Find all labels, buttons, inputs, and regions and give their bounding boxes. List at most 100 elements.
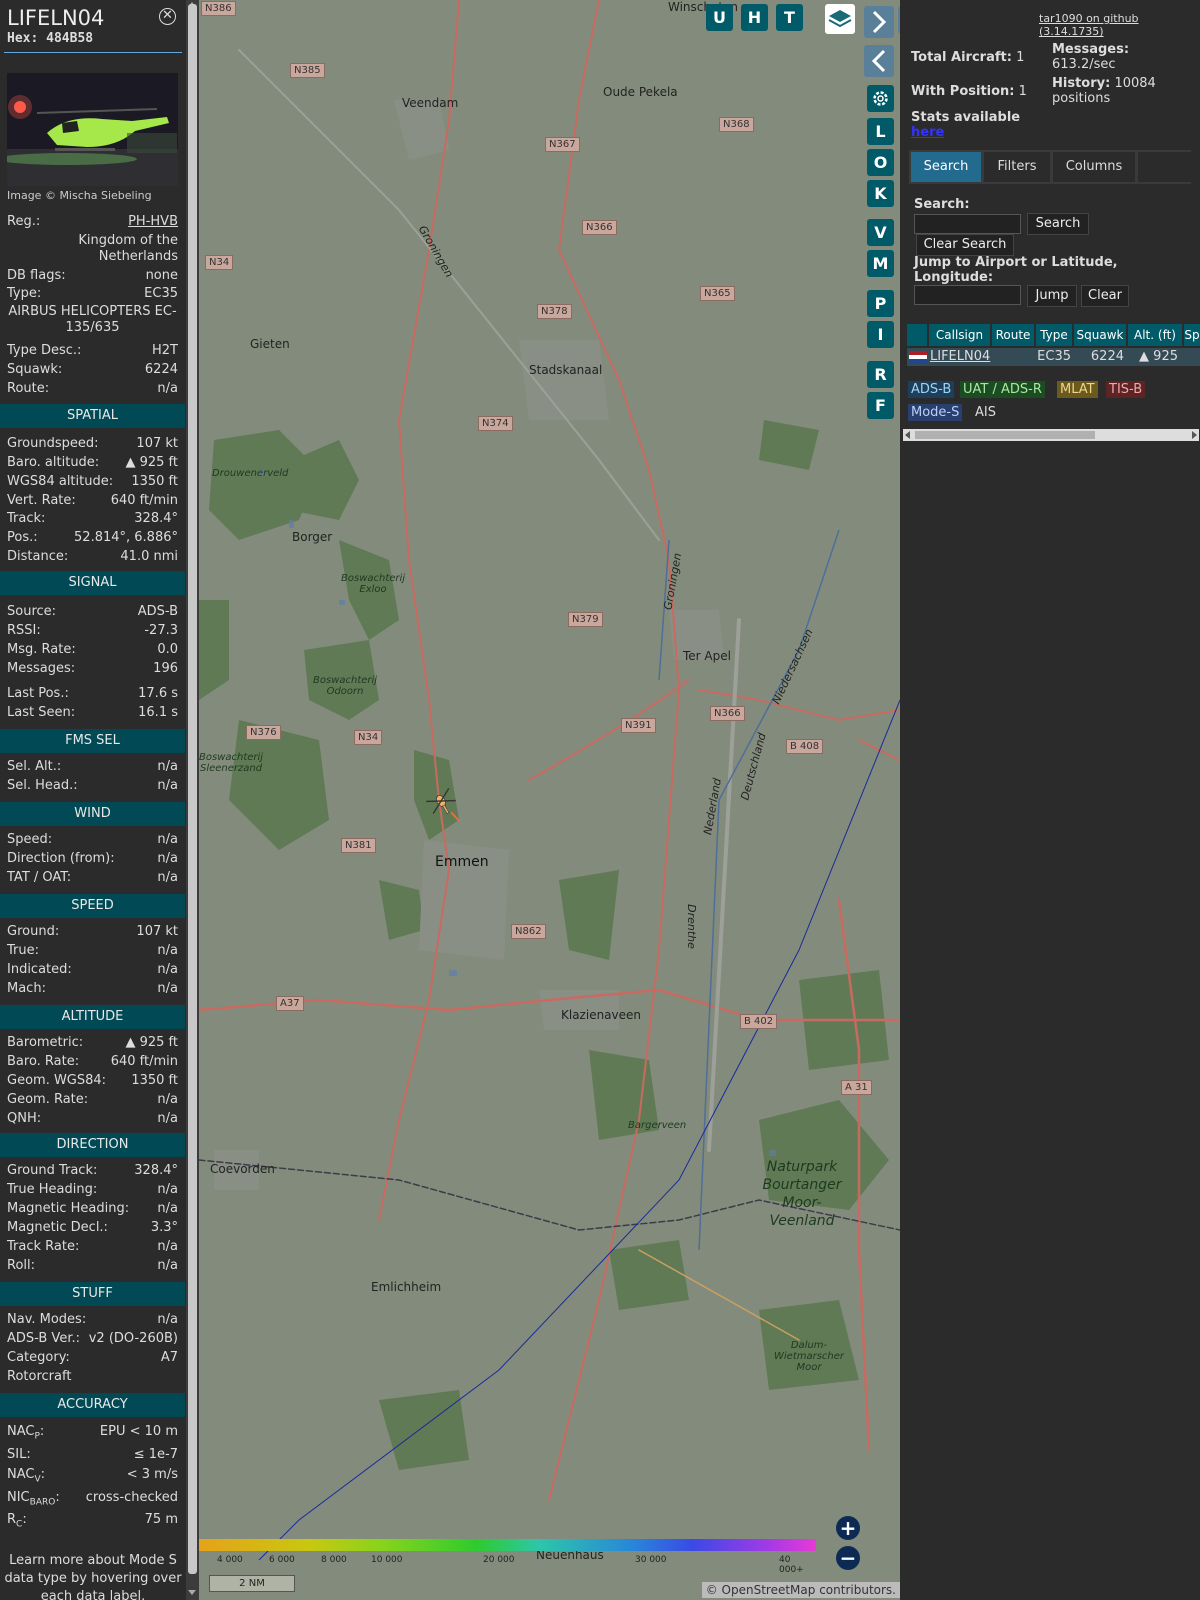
- messages-rate: Messages: 613.2/sec: [1052, 42, 1130, 72]
- speed-row: Mach: n/a: [7, 981, 178, 997]
- accuracy-value: < 3 m/s: [126, 1467, 178, 1482]
- toggle-f-button[interactable]: F: [867, 392, 894, 419]
- column-callsign[interactable]: Callsign: [929, 324, 990, 346]
- column-squawk[interactable]: Squawk: [1074, 324, 1126, 346]
- wind-row: Speed: n/a: [7, 832, 178, 848]
- toggle-k-button[interactable]: K: [867, 180, 894, 207]
- jump-button[interactable]: Jump: [1027, 285, 1077, 307]
- badge-ais[interactable]: AIS: [972, 404, 999, 421]
- table-scrollbar[interactable]: [903, 429, 1199, 441]
- direction-row: True Heading: n/a: [7, 1182, 178, 1198]
- row-callsign[interactable]: LIFELN04: [930, 348, 990, 366]
- toggle-i-button[interactable]: I: [867, 321, 894, 348]
- scroll-down-arrow-icon[interactable]: [188, 1590, 196, 1595]
- toggle-l-button[interactable]: L: [867, 118, 894, 145]
- signal-label: RSSI:: [7, 623, 41, 638]
- section-header-speed[interactable]: SPEED: [0, 894, 185, 918]
- park-bourtanger-moor: Naturpark Bourtanger Moor- Veenland: [762, 1159, 842, 1229]
- tab-blank[interactable]: [1138, 152, 1191, 182]
- altitude-color-legend: [199, 1539, 816, 1551]
- altitude-value: ▲ 925 ft: [125, 1035, 178, 1050]
- altitude-value: n/a: [157, 1092, 178, 1107]
- toggle-u-button[interactable]: U: [706, 4, 733, 31]
- section-header-signal[interactable]: SIGNAL: [0, 571, 185, 595]
- clear-search-button[interactable]: Clear Search: [916, 234, 1014, 256]
- toggle-p-button[interactable]: P: [867, 290, 894, 317]
- map-view[interactable]: Winschoten Veendam Oude Pekela Gieten St…: [199, 0, 900, 1600]
- aircraft-info-panel: LIFELN04 Hex: 484B58 ✕ Image © Mischa Si…: [0, 0, 185, 1600]
- toggle-h-button[interactable]: H: [741, 4, 768, 31]
- town-coevorden: Coevorden: [210, 1162, 275, 1176]
- expand-panel-button[interactable]: [864, 6, 894, 38]
- column-route[interactable]: Route: [992, 324, 1034, 346]
- spatial-label: WGS84 altitude:: [7, 474, 114, 489]
- badge-tisb[interactable]: TIS-B: [1106, 381, 1146, 398]
- tab-filters[interactable]: Filters: [984, 152, 1050, 182]
- layers-button[interactable]: [825, 4, 855, 34]
- tab-columns[interactable]: Columns: [1053, 152, 1135, 182]
- row-altitude: ▲ 925: [1139, 349, 1178, 364]
- section-header-stuff[interactable]: STUFF: [0, 1282, 185, 1306]
- section-header-altitude[interactable]: ALTITUDE: [0, 1005, 185, 1029]
- wind-value: n/a: [157, 870, 178, 885]
- wind-label: Direction (from):: [7, 851, 115, 866]
- road-badge: N365: [700, 286, 735, 301]
- osm-link[interactable]: OpenStreetMap: [722, 1583, 816, 1597]
- wind-label: TAT / OAT:: [7, 870, 72, 885]
- accuracy-label: NICBARO:: [7, 1490, 60, 1508]
- clear-button[interactable]: Clear: [1081, 285, 1129, 307]
- badge-uat[interactable]: UAT / ADS-R: [960, 381, 1045, 398]
- toggle-t-button[interactable]: T: [776, 4, 803, 31]
- wind-label: Speed:: [7, 832, 53, 847]
- accuracy-value: cross-checked: [85, 1490, 178, 1505]
- aircraft-photo[interactable]: [7, 73, 178, 186]
- toggle-m-button[interactable]: M: [867, 250, 894, 277]
- column-type[interactable]: Type: [1036, 324, 1072, 346]
- registration-link[interactable]: PH-HVB: [128, 214, 178, 230]
- toggle-o-button[interactable]: O: [867, 149, 894, 176]
- signal-value: 0.0: [157, 642, 178, 657]
- section-header-fms[interactable]: FMS SEL: [0, 729, 185, 753]
- settings-button[interactable]: [867, 85, 894, 112]
- section-header-direction[interactable]: DIRECTION: [0, 1133, 185, 1157]
- spatial-row: Groundspeed: 107 kt: [7, 436, 178, 452]
- table-scroll-thumb[interactable]: [915, 431, 1095, 439]
- stuff-value: n/a: [157, 1312, 178, 1327]
- jump-input[interactable]: [914, 285, 1021, 305]
- section-header-accuracy[interactable]: ACCURACY: [0, 1393, 185, 1417]
- close-icon[interactable]: ✕: [159, 8, 176, 25]
- fms-row: Sel. Head.: n/a: [7, 778, 178, 794]
- spatial-value: 107 kt: [136, 436, 178, 451]
- toggle-v-button[interactable]: V: [867, 219, 894, 246]
- zoom-out-button[interactable]: −: [836, 1546, 860, 1570]
- info-scrollbar[interactable]: [186, 0, 199, 1600]
- github-link[interactable]: tar1090 on github (3.14.1735): [1039, 12, 1200, 38]
- country: Kingdom of the Netherlands: [78, 233, 178, 264]
- stats-here-link[interactable]: here: [911, 125, 944, 140]
- toggle-r-button[interactable]: R: [867, 361, 894, 388]
- badge-adsb[interactable]: ADS-B: [908, 381, 955, 398]
- stuff-row: Rotorcraft: [7, 1369, 178, 1385]
- badge-modes[interactable]: Mode-S: [908, 404, 963, 421]
- scroll-left-arrow-icon[interactable]: [905, 431, 910, 439]
- road-badge: N368: [719, 117, 754, 132]
- spatial-value: 328.4°: [134, 511, 178, 526]
- signal-value: 196: [153, 661, 178, 676]
- search-button[interactable]: Search: [1027, 213, 1089, 235]
- column-speed[interactable]: Sp: [1184, 324, 1200, 346]
- flag-column-header[interactable]: [907, 324, 927, 346]
- tab-search[interactable]: Search: [911, 152, 981, 182]
- signal-row: Last Seen: 16.1 s: [7, 705, 178, 721]
- search-input[interactable]: [914, 214, 1021, 234]
- collapse-panel-button[interactable]: [864, 45, 894, 77]
- accuracy-value: ≤ 1e-7: [133, 1447, 178, 1462]
- zoom-in-button[interactable]: +: [836, 1516, 860, 1540]
- spatial-value: 52.814°, 6.886°: [74, 530, 178, 545]
- section-header-spatial[interactable]: SPATIAL: [0, 404, 185, 428]
- section-header-wind[interactable]: WIND: [0, 802, 185, 826]
- column-altitude[interactable]: Alt. (ft): [1128, 324, 1182, 346]
- badge-mlat[interactable]: MLAT: [1057, 381, 1098, 398]
- scroll-thumb[interactable]: [188, 4, 197, 1574]
- scroll-right-arrow-icon[interactable]: [1192, 431, 1197, 439]
- search-label: Search:: [914, 197, 970, 212]
